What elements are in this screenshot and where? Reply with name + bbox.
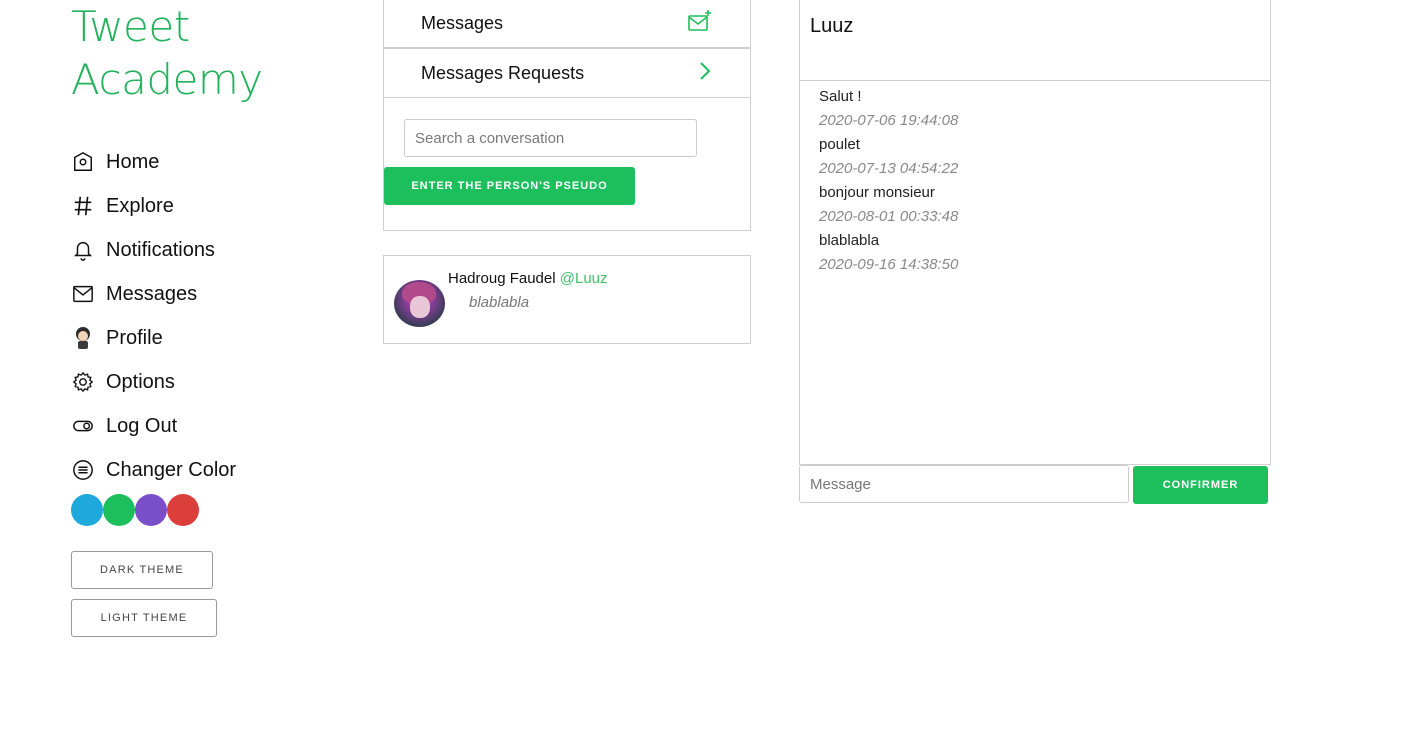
sidebar-item-label: Log Out	[106, 414, 178, 437]
sidebar-item-label: Options	[106, 370, 175, 393]
sidebar-item-label: Messages	[106, 282, 198, 305]
bell-icon	[71, 238, 95, 262]
message-item: blablabla 2020-09-16 14:38:50	[819, 229, 1251, 277]
home-icon	[71, 150, 95, 174]
sidebar-item-changer-color[interactable]: Changer Color	[71, 448, 236, 492]
message-item: poulet 2020-07-13 04:54:22	[819, 133, 1251, 181]
sidebar-item-notifications[interactable]: Notifications	[71, 228, 236, 272]
messages-requests-label: Messages Requests	[421, 62, 585, 83]
sidebar-item-label: Explore	[106, 194, 174, 217]
sidebar-item-label: Profile	[106, 326, 163, 349]
conversation-last-message: blablabla	[469, 294, 530, 311]
chevron-right-icon	[697, 61, 713, 86]
mail-icon	[71, 282, 95, 306]
light-theme-button[interactable]: LIGHT THEME	[71, 599, 217, 637]
message-text: bonjour monsieur	[819, 184, 935, 201]
toggle-icon	[71, 414, 95, 438]
gear-icon	[71, 370, 95, 394]
message-item: bonjour monsieur 2020-08-01 00:33:48	[819, 181, 1251, 229]
message-text: Salut !	[819, 88, 862, 105]
chat-pane: Luuz Salut ! 2020-07-06 19:44:08 poulet …	[799, 0, 1271, 465]
conversation-handle: @Luuz	[559, 270, 608, 287]
sidebar-item-label: Notifications	[106, 238, 215, 261]
new-message-icon[interactable]	[687, 9, 713, 38]
color-swatch-red[interactable]	[167, 494, 199, 526]
profile-avatar-icon	[71, 326, 95, 350]
message-timestamp: 2020-07-13 04:54:22	[819, 160, 959, 177]
avatar	[394, 280, 445, 327]
menu-circle-icon	[71, 458, 95, 482]
confirm-button[interactable]: CONFIRMER	[1133, 466, 1268, 504]
message-text: blablabla	[819, 232, 880, 249]
sidebar-item-logout[interactable]: Log Out	[71, 404, 236, 448]
color-swatches	[71, 494, 199, 526]
sidebar-item-home[interactable]: Home	[71, 140, 236, 184]
message-timestamp: 2020-08-01 00:33:48	[819, 208, 959, 225]
brand-logo: Tweet Academy	[71, 0, 263, 106]
sidebar-item-options[interactable]: Options	[71, 360, 236, 404]
conversation-name: Hadroug Faudel	[448, 270, 556, 287]
message-list: Salut ! 2020-07-06 19:44:08 poulet 2020-…	[800, 81, 1270, 281]
sidebar-item-messages[interactable]: Messages	[71, 272, 236, 316]
color-swatch-green[interactable]	[103, 494, 135, 526]
sidebar-item-profile[interactable]: Profile	[71, 316, 236, 360]
search-conversation-input[interactable]	[404, 119, 697, 157]
chat-title: Luuz	[810, 15, 854, 37]
dark-theme-button[interactable]: DARK THEME	[71, 551, 213, 589]
sidebar-item-explore[interactable]: Explore	[71, 184, 236, 228]
message-input[interactable]	[799, 465, 1129, 503]
conversation-list-item[interactable]: Hadroug Faudel @Luuz blablabla	[383, 255, 751, 344]
messages-header-row: Messages	[383, 0, 751, 48]
sidebar-item-label: Changer Color	[106, 458, 237, 481]
messages-requests-row[interactable]: Messages Requests	[383, 48, 751, 98]
hash-icon	[71, 194, 95, 218]
message-text: poulet	[819, 136, 860, 153]
color-swatch-purple[interactable]	[135, 494, 167, 526]
message-timestamp: 2020-09-16 14:38:50	[819, 256, 959, 273]
search-conversation-box: ENTER THE PERSON'S PSEUDO	[383, 98, 751, 231]
brand-line-1: Tweet	[71, 2, 190, 51]
messages-title: Messages	[421, 12, 504, 33]
conversation-header: Hadroug Faudel @Luuz	[448, 270, 608, 287]
sidebar-item-label: Home	[106, 150, 160, 173]
sidebar-nav: Home Explore Notifications Messages Prof…	[71, 140, 236, 492]
enter-pseudo-button[interactable]: ENTER THE PERSON'S PSEUDO	[384, 167, 635, 205]
message-timestamp: 2020-07-06 19:44:08	[819, 112, 959, 129]
color-swatch-blue[interactable]	[71, 494, 103, 526]
brand-line-2: Academy	[71, 55, 263, 104]
chat-header: Luuz	[800, 0, 1270, 81]
message-item: Salut ! 2020-07-06 19:44:08	[819, 85, 1251, 133]
